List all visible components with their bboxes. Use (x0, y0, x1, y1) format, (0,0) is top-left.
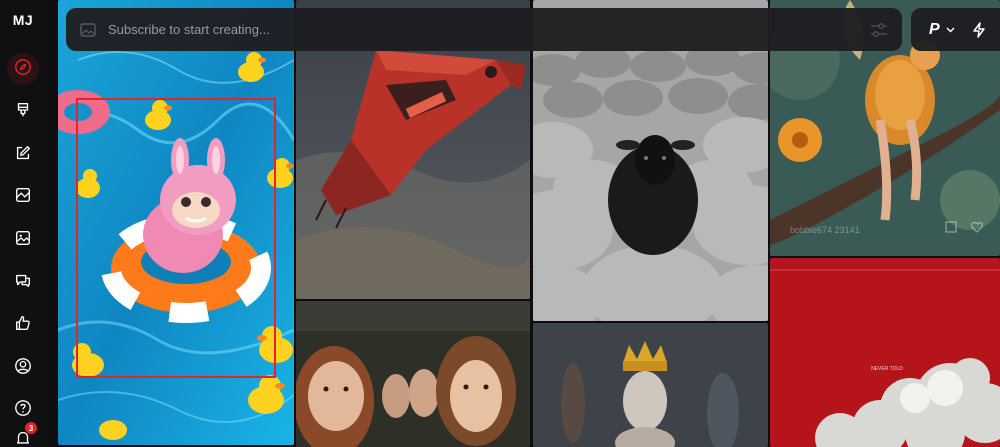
sidebar-item-organize[interactable] (7, 181, 39, 213)
image-icon[interactable] (80, 22, 96, 37)
sliders-icon[interactable] (870, 22, 888, 38)
poster-caption: NEVER TOLD (871, 366, 903, 372)
pencil-square-icon (14, 144, 32, 167)
user-menu[interactable]: P (911, 8, 1000, 51)
folder-images-icon (14, 186, 32, 209)
image-gallery: bobbie674 23141 NEVER TOLD (46, 0, 1000, 447)
poster-image: NEVER TOLD (770, 258, 1000, 447)
chevron-down-icon[interactable] (946, 26, 955, 33)
prompt-input[interactable] (108, 22, 828, 37)
tile-pink-creature-pool[interactable] (58, 0, 294, 445)
tile-girls-car[interactable] (296, 301, 530, 447)
compass-icon (14, 58, 32, 81)
sidebar-item-explore[interactable] (7, 53, 39, 85)
sidebar-item-help[interactable] (7, 394, 39, 426)
sidebar-item-gallery[interactable] (7, 224, 39, 256)
tile-red-clouds-poster[interactable]: NEVER TOLD (770, 258, 1000, 447)
pool-image (58, 0, 294, 445)
user-initial[interactable]: P (929, 21, 940, 39)
search-bar[interactable] (66, 8, 902, 51)
sidebar-item-notifications[interactable]: 3 (7, 422, 39, 447)
app-root: MJ 3 bobbie674 23141 NEVER TOLD Subscrib… (0, 0, 1000, 447)
logo[interactable]: MJ (13, 12, 33, 28)
girls-image (296, 301, 530, 447)
notification-badge: 3 (25, 422, 37, 434)
chess-image (533, 323, 768, 447)
sidebar-item-profile[interactable] (7, 352, 39, 384)
question-circle-icon (14, 399, 32, 422)
image-icon (14, 229, 32, 252)
tile-chess-queen[interactable] (533, 323, 768, 447)
sidebar-item-create[interactable] (7, 96, 39, 128)
user-circle-icon (14, 357, 32, 380)
sidebar-item-edit[interactable] (7, 139, 39, 171)
sidebar-item-chat[interactable] (7, 267, 39, 299)
sidebar-item-rank[interactable] (7, 309, 39, 341)
chat-bubbles-icon (14, 272, 32, 295)
thumbs-up-icon (14, 314, 32, 337)
tile-overlay-text: bobbie674 23141 (790, 225, 860, 235)
brush-icon (14, 101, 32, 124)
lightning-icon[interactable] (972, 21, 986, 38)
